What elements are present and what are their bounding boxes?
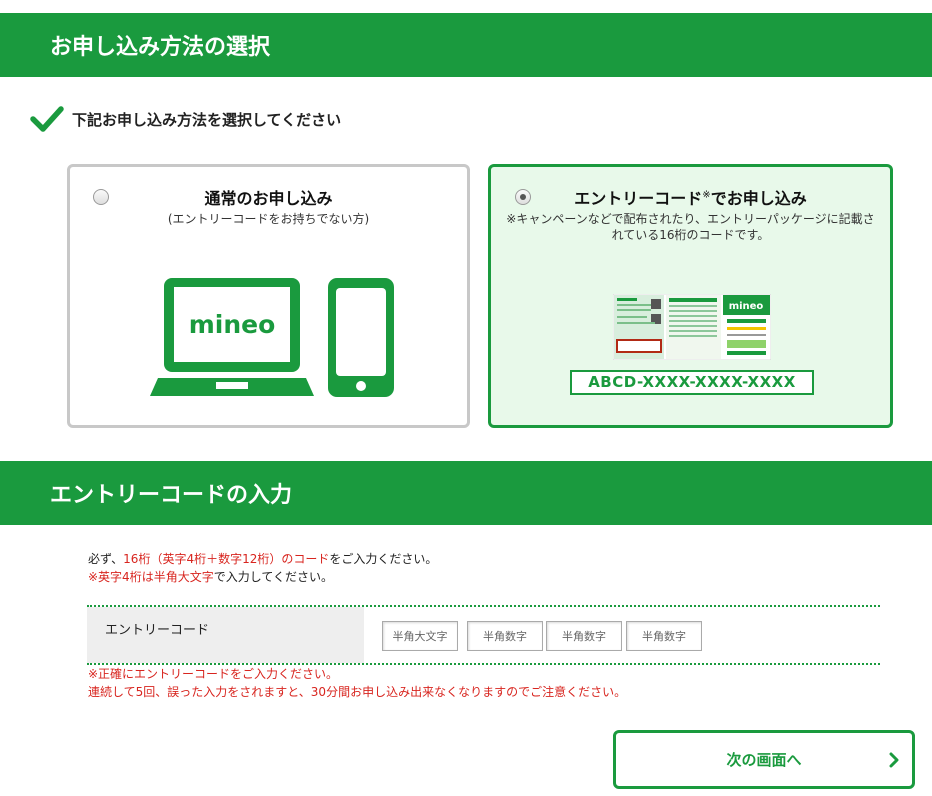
entry-code-input-3[interactable] (546, 621, 622, 651)
entry-code-input-2[interactable] (467, 621, 543, 651)
mineo-logo-text: mineo (189, 310, 276, 339)
entry-code-example: ABCD-XXXX-XXXX-XXXX (570, 370, 814, 395)
option-entry-title: エントリーコード※でお申し込み (574, 189, 807, 208)
note-line-1: 必ず、16桁（英字4桁＋数字12桁）のコードをご入力ください。 (88, 552, 438, 566)
checkmark-icon (30, 106, 64, 132)
entry-package-image: mineo (613, 294, 771, 360)
entry-code-input-4[interactable] (626, 621, 702, 651)
option-card-entry-code[interactable]: エントリーコード※でお申し込み ※キャンペーンなどで配布されたり、エントリーパッ… (488, 164, 893, 428)
section-header-entry-code-input: エントリーコードの入力 (0, 461, 932, 525)
package-logo-text: mineo (729, 301, 764, 312)
chevron-right-icon (889, 752, 899, 768)
warning-line-1: ※正確にエントリーコードをご入力ください。 (88, 667, 339, 681)
option-card-normal[interactable]: 通常のお申し込み (エントリーコードをお持ちでない方) mineo (67, 164, 470, 428)
entry-code-note: 必ず、16桁（英字4桁＋数字12桁）のコードをご入力ください。 ※英字4桁は半角… (88, 550, 437, 586)
section-title: エントリーコードの入力 (50, 483, 293, 508)
entry-code-label: エントリーコード (87, 607, 364, 663)
entry-code-input-1[interactable] (382, 621, 458, 651)
warning-line-2: 連続して5回、誤った入力をされますと、30分間お申し込み出来なくなりますのでご注… (88, 685, 627, 699)
entry-code-form-row: エントリーコード (87, 605, 880, 665)
option-entry-description: ※キャンペーンなどで配布されたり、エントリーパッケージに記載されている16桁のコ… (506, 212, 875, 242)
next-button-label: 次の画面へ (726, 752, 802, 769)
entry-code-warning: ※正確にエントリーコードをご入力ください。 連続して5回、誤った入力をされますと… (88, 665, 626, 701)
option-normal-subtitle: (エントリーコードをお持ちでない方) (167, 212, 370, 226)
instruction-text: 下記お申し込み方法を選択してください (72, 110, 342, 129)
option-normal-title: 通常のお申し込み (204, 189, 333, 208)
note-line-2: ※英字4桁は半角大文字で入力してください。 (88, 570, 333, 584)
laptop-smartphone-illustration: mineo (150, 278, 394, 397)
section-header-method-select: お申し込み方法の選択 (0, 13, 932, 77)
section-title: お申し込み方法の選択 (50, 35, 271, 60)
next-screen-button[interactable]: 次の画面へ (613, 730, 915, 789)
instruction-row: 下記お申し込み方法を選択してください (30, 105, 341, 133)
